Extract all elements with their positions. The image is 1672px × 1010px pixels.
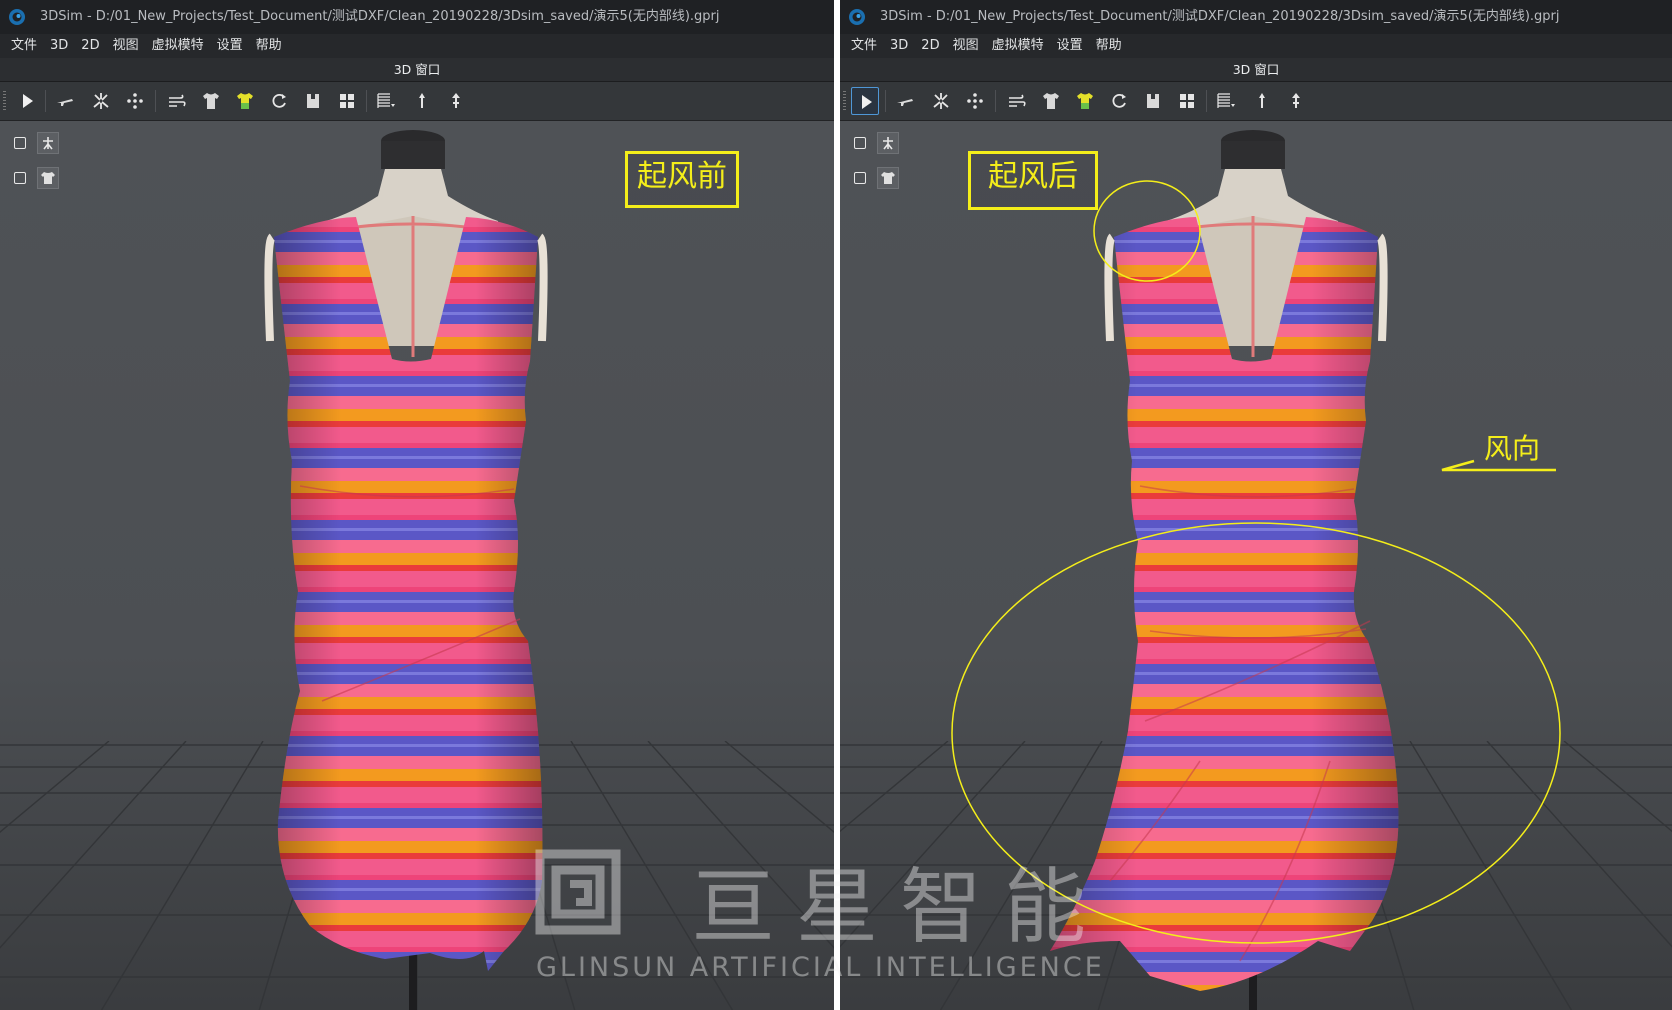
- skirt-highlight: [951, 522, 1561, 944]
- wind-direction-label: 风向: [1484, 432, 1541, 465]
- app-logo-icon: [849, 9, 865, 25]
- avatar-icon: [43, 137, 53, 150]
- window-title: 3DSim - D:/01_New_Projects/Test_Document…: [880, 9, 1560, 24]
- view-title: 3D 窗口: [0, 58, 834, 82]
- simulate-button[interactable]: [13, 87, 41, 115]
- menu-avatar[interactable]: 虚拟模特: [152, 38, 204, 53]
- menu-bar: 文件 3D 2D 视图 虚拟模特 设置 帮助: [840, 34, 1672, 58]
- title-bar: 3DSim - D:/01_New_Projects/Test_Document…: [840, 0, 1672, 34]
- menu-help[interactable]: 帮助: [256, 38, 282, 53]
- tool-pin[interactable]: [408, 87, 436, 115]
- burst-icon: [933, 93, 949, 109]
- garment-visibility-checkbox[interactable]: [14, 172, 26, 184]
- tool-grid[interactable]: [333, 87, 361, 115]
- before-wind-label: 起风前: [625, 151, 739, 208]
- shirt-icon: [1043, 93, 1059, 109]
- avatar-toggle[interactable]: [37, 132, 59, 154]
- shirt-icon: [203, 93, 219, 109]
- garment-toggle[interactable]: [37, 167, 59, 189]
- tool-airplane[interactable]: [51, 87, 79, 115]
- annotation-ellipses: [951, 180, 1561, 944]
- right-window: 3DSim - D:/01_New_Projects/Test_Document…: [840, 0, 1672, 1010]
- play-icon: [23, 94, 33, 108]
- menu-3d[interactable]: 3D: [890, 38, 908, 53]
- pin-icon: [419, 93, 425, 108]
- airplane-icon: [57, 99, 73, 106]
- toolbar: [0, 82, 834, 121]
- wind-icon: [169, 94, 186, 107]
- menu-2d[interactable]: 2D: [81, 38, 99, 53]
- tool-refresh[interactable]: [265, 87, 293, 115]
- menu-view[interactable]: 视图: [953, 38, 979, 53]
- refresh-icon: [272, 93, 286, 108]
- wind-icon: [1009, 94, 1026, 107]
- airplane-icon: [897, 99, 913, 106]
- tool-colored-shirt[interactable]: [231, 87, 259, 115]
- dress-mannequin: [264, 130, 548, 1010]
- tool-points[interactable]: [121, 87, 149, 115]
- grid-icon: [1180, 94, 1194, 108]
- tool-points[interactable]: [961, 87, 989, 115]
- tool-shirt[interactable]: [1037, 87, 1065, 115]
- pin-icon: [1259, 93, 1265, 108]
- simulate-button[interactable]: [851, 87, 879, 115]
- pattern-icon: [377, 93, 395, 108]
- tool-wind[interactable]: [163, 87, 191, 115]
- menu-avatar[interactable]: 虚拟模特: [992, 38, 1044, 53]
- 3d-viewport[interactable]: 起风前: [0, 121, 834, 1010]
- after-wind-label: 起风后: [968, 151, 1098, 210]
- tool-shirt[interactable]: [197, 87, 225, 115]
- left-window: 3DSim - D:/01_New_Projects/Test_Document…: [0, 0, 834, 1010]
- garment-icon: [41, 172, 55, 184]
- refresh-icon: [1112, 93, 1126, 108]
- tool-refresh[interactable]: [1105, 87, 1133, 115]
- pattern-icon: [1217, 93, 1235, 108]
- shoulder-highlight: [1093, 180, 1201, 282]
- tool-colored-shirt[interactable]: [1071, 87, 1099, 115]
- pin-up-icon: [1292, 93, 1300, 108]
- points-icon: [967, 93, 983, 109]
- view-title: 3D 窗口: [840, 58, 1672, 82]
- tool-burst[interactable]: [927, 87, 955, 115]
- menu-bar: 文件 3D 2D 视图 虚拟模特 设置 帮助: [0, 34, 834, 58]
- toolbar-grip[interactable]: [843, 91, 846, 111]
- grid-icon: [340, 94, 354, 108]
- menu-3d[interactable]: 3D: [50, 38, 68, 53]
- menu-settings[interactable]: 设置: [1057, 38, 1083, 53]
- tool-grid[interactable]: [1173, 87, 1201, 115]
- points-icon: [127, 93, 143, 109]
- app-logo-icon: [9, 9, 25, 25]
- 3d-viewport[interactable]: 起风后 风向: [840, 121, 1672, 1010]
- tool-burst[interactable]: [87, 87, 115, 115]
- play-icon: [862, 95, 872, 109]
- pin-up-icon: [452, 93, 460, 108]
- tool-wind[interactable]: [1003, 87, 1031, 115]
- menu-settings[interactable]: 设置: [217, 38, 243, 53]
- tool-garment[interactable]: [299, 87, 327, 115]
- menu-help[interactable]: 帮助: [1096, 38, 1122, 53]
- menu-file[interactable]: 文件: [851, 38, 877, 53]
- menu-view[interactable]: 视图: [113, 38, 139, 53]
- menu-file[interactable]: 文件: [11, 38, 37, 53]
- tool-pin[interactable]: [1248, 87, 1276, 115]
- menu-2d[interactable]: 2D: [921, 38, 939, 53]
- tool-airplane[interactable]: [891, 87, 919, 115]
- tool-pin-up[interactable]: [1282, 87, 1310, 115]
- garment-icon: [1147, 94, 1159, 108]
- burst-icon: [93, 93, 109, 109]
- colored-shirt-icon: [237, 93, 253, 109]
- avatar-visibility-checkbox[interactable]: [14, 137, 26, 149]
- tool-pattern[interactable]: [1212, 87, 1240, 115]
- tool-pin-up[interactable]: [442, 87, 470, 115]
- colored-shirt-icon: [1077, 93, 1093, 109]
- window-title: 3DSim - D:/01_New_Projects/Test_Document…: [40, 9, 720, 24]
- toolbar-grip[interactable]: [3, 91, 6, 111]
- title-bar: 3DSim - D:/01_New_Projects/Test_Document…: [0, 0, 834, 34]
- toolbar: [840, 82, 1672, 121]
- tool-pattern[interactable]: [372, 87, 400, 115]
- garment-icon: [307, 94, 319, 108]
- tool-garment[interactable]: [1139, 87, 1167, 115]
